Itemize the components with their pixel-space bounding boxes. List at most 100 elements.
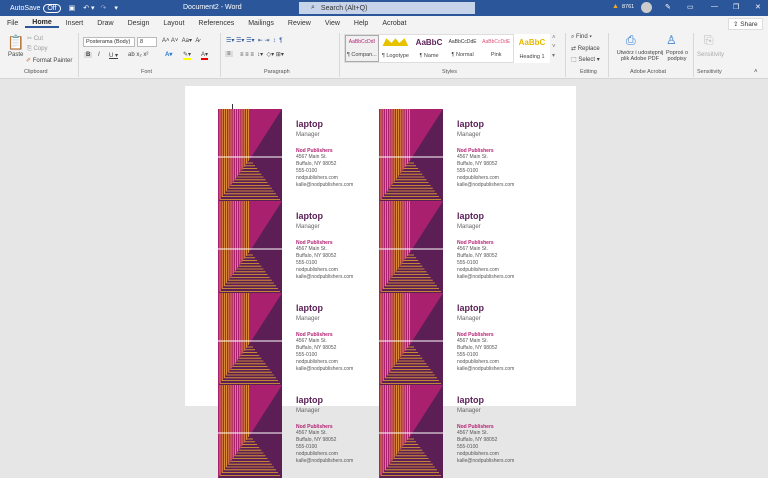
styles-gallery: AaBbCcDdI ¶ Compan... ¶ Logotype AaBbC ¶ N… <box>344 34 514 63</box>
style-sample: AaBbCcDdE <box>448 38 477 45</box>
business-card[interactable]: laptop Manager Nod Publishers 4567 Main … <box>218 293 388 386</box>
avatar[interactable] <box>641 2 652 13</box>
business-card[interactable]: laptop Manager Nod Publishers 4567 Main … <box>379 109 549 202</box>
create-pdf-button[interactable]: Utwórz i udostępnij plik Adobe PDF <box>612 50 668 62</box>
font-size-buttons[interactable]: A˄ A˅ Aa▾ A̷ <box>162 37 199 44</box>
card-text: laptop Manager Nod Publishers 4567 Main … <box>296 395 353 465</box>
request-signatures-icon[interactable]: ♙ <box>666 33 677 47</box>
card-city: Buffalo, NY 98052 <box>457 437 498 443</box>
redo-icon[interactable]: ↷ <box>101 4 107 12</box>
paste-icon[interactable]: 📋 <box>7 34 24 51</box>
style-name[interactable]: AaBbC ¶ Name <box>412 35 446 62</box>
business-card[interactable]: laptop Manager Nod Publishers 4567 Main … <box>218 109 388 202</box>
font-color-button[interactable]: A▾ <box>201 51 209 60</box>
tab-review[interactable]: Review <box>281 20 318 27</box>
share-label: Share <box>740 21 758 28</box>
business-card[interactable]: laptop Manager Nod Publishers 4567 Main … <box>218 201 388 294</box>
underline-button[interactable]: U ▾ <box>109 52 118 59</box>
business-card[interactable]: laptop Manager Nod Publishers 4567 Main … <box>218 385 388 478</box>
copy-button[interactable]: ⎘ Copy <box>27 46 47 53</box>
minimize-icon[interactable]: — <box>711 3 718 10</box>
undo-icon[interactable]: ↶ ▾ <box>83 4 94 12</box>
align-left-button[interactable]: ≡ <box>225 51 233 57</box>
logotype-sample <box>382 38 409 47</box>
font-size-select[interactable]: 8 <box>137 37 157 47</box>
share-button[interactable]: ⇪ Share <box>728 18 763 30</box>
card-name: laptop <box>296 303 323 313</box>
document-page[interactable]: laptop Manager Nod Publishers 4567 Main … <box>185 86 576 478</box>
card-address: 4567 Main St. <box>296 154 327 160</box>
ribbon-tabs: File Home Insert Draw Design Layout Refe… <box>0 16 768 31</box>
tab-help[interactable]: Help <box>347 20 375 27</box>
card-phone: 555-0100 <box>296 260 318 266</box>
card-phone: 555-0100 <box>457 168 479 174</box>
collapse-ribbon-icon[interactable]: ˄ <box>754 69 758 75</box>
clipboard-label: Clipboard <box>24 69 48 75</box>
warning-icon[interactable]: ▲ <box>612 3 619 10</box>
business-card[interactable]: laptop Manager Nod Publishers 4567 Main … <box>379 293 549 386</box>
style-normal[interactable]: AaBbCcDdE ¶ Normal <box>446 35 480 62</box>
format-painter-button[interactable]: ✐ Format Painter <box>26 57 72 64</box>
card-phone: 555-0100 <box>457 444 479 450</box>
business-card[interactable]: laptop Manager Nod Publishers 4567 Main … <box>379 201 549 294</box>
tab-view[interactable]: View <box>318 20 347 27</box>
card-graphic <box>379 201 443 294</box>
format-painter-label: Format Painter <box>32 58 73 64</box>
save-icon[interactable]: ▣ <box>69 4 76 12</box>
style-logotype[interactable]: ¶ Logotype <box>379 35 413 62</box>
style-name: ¶ Compan... <box>346 51 377 58</box>
close-icon[interactable]: ✕ <box>755 3 761 11</box>
strike-sub-sup-buttons[interactable]: ab x₂ x² <box>128 52 148 58</box>
pen-icon[interactable]: ✎ <box>665 3 671 11</box>
tab-acrobat[interactable]: Acrobat <box>375 20 413 27</box>
tab-layout[interactable]: Layout <box>156 20 191 27</box>
find-label: Find <box>576 34 588 40</box>
document-title: Document2 - Word <box>183 4 242 11</box>
title-bar: AutoSave Off ▣ ↶ ▾ ↷ ▾ Document2 - Word … <box>0 0 768 16</box>
style-name: ¶ Name <box>419 53 439 59</box>
style-pink[interactable]: AaBbCcDdE Pink <box>479 35 513 62</box>
tab-design[interactable]: Design <box>121 20 157 27</box>
tab-draw[interactable]: Draw <box>90 20 120 27</box>
card-address: 4567 Main St. <box>296 246 327 252</box>
style-company[interactable]: AaBbCcDdI ¶ Compan... <box>345 35 379 62</box>
card-graphic <box>218 109 282 202</box>
card-text: laptop Manager Nod Publishers 4567 Main … <box>457 211 514 281</box>
autosave-toggle[interactable]: Off <box>43 3 61 13</box>
card-web: nodpublishers.com <box>457 359 499 365</box>
tab-home[interactable]: Home <box>25 19 59 28</box>
card-graphic <box>218 201 282 294</box>
highlight-button[interactable]: ✎▾ <box>183 51 192 60</box>
restore-icon[interactable]: ❐ <box>733 3 739 11</box>
tab-insert[interactable]: Insert <box>59 20 91 27</box>
card-web: nodpublishers.com <box>457 451 499 457</box>
italic-button[interactable]: I <box>98 52 100 58</box>
card-email: kalle@nodpublishers.com <box>457 274 515 280</box>
tab-file[interactable]: File <box>0 20 25 27</box>
ribbon-display-icon[interactable]: ▭ <box>687 3 694 11</box>
business-card[interactable]: laptop Manager Nod Publishers 4567 Main … <box>379 385 549 478</box>
editing-label: Editing <box>580 69 597 75</box>
styles-scroll[interactable]: ˄ ˅ ▾ <box>552 34 556 61</box>
cut-button[interactable]: ✂ Cut <box>27 35 43 42</box>
customize-qat-icon[interactable]: ▾ <box>114 4 118 12</box>
select-button[interactable]: ⬚ Select ▾ <box>571 56 600 63</box>
tab-references[interactable]: References <box>191 20 241 27</box>
find-button[interactable]: ⌕ Find ▾ <box>571 34 592 41</box>
align-buttons[interactable]: ≡ ≡ ≡ ↕▾ ◇▾ ⊞▾ <box>240 51 284 58</box>
paste-button[interactable]: Paste <box>8 52 23 58</box>
pdf-create-icon[interactable]: ⎙ <box>626 33 636 48</box>
tab-mailings[interactable]: Mailings <box>241 20 281 27</box>
style-name: ¶ Logotype <box>381 52 409 59</box>
bold-button[interactable]: B <box>84 52 93 58</box>
card-address: 4567 Main St. <box>457 430 488 436</box>
search-box[interactable]: ⌕ Search (Alt+Q) <box>299 2 475 14</box>
text-effects-button[interactable]: A▾ <box>165 51 172 58</box>
font-name-select[interactable]: Posterama (Body) <box>83 37 135 47</box>
card-city: Buffalo, NY 98052 <box>457 161 498 167</box>
cut-label: Cut <box>33 36 44 42</box>
list-buttons[interactable]: ☰▾ ☰▾ ☰▾ ⇤ ⇥ ↕ ¶ <box>226 37 282 44</box>
request-signatures-button[interactable]: Poproś o podpisy <box>662 50 692 62</box>
replace-button[interactable]: ⇄ Replace <box>571 45 600 52</box>
style-heading-1[interactable]: AaBbC Heading 1 <box>514 34 550 63</box>
